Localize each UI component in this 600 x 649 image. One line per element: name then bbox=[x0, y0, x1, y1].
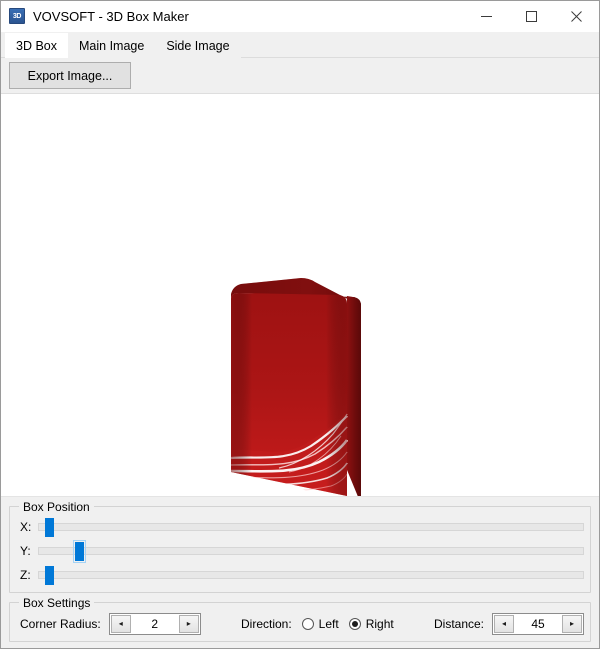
direction-option-left[interactable]: Left bbox=[301, 616, 339, 631]
slider-thumb-y[interactable] bbox=[73, 539, 87, 563]
settings-area: Box Position X: Y: Z: Box Settings Corne… bbox=[1, 497, 599, 648]
maximize-icon[interactable] bbox=[509, 1, 554, 31]
slider-track-z bbox=[38, 570, 584, 579]
toolbar: Export Image... bbox=[1, 58, 599, 94]
window-controls bbox=[464, 1, 599, 31]
app-window: 3D VOVSOFT - 3D Box Maker 3D Box Main Im… bbox=[0, 0, 600, 649]
direction-right-label: Right bbox=[365, 616, 394, 631]
box-settings-legend: Box Settings bbox=[19, 596, 95, 610]
tab-strip: 3D Box Main Image Side Image bbox=[1, 32, 599, 58]
radio-right-icon[interactable] bbox=[348, 617, 361, 630]
corner-radius-stepper[interactable]: ◂ 2 ▸ bbox=[108, 612, 201, 635]
slider-thumb-z[interactable] bbox=[44, 565, 54, 585]
box-position-group: Box Position X: Y: Z: bbox=[9, 500, 591, 593]
tab-main-image[interactable]: Main Image bbox=[68, 33, 156, 58]
slider-track-x bbox=[38, 522, 584, 531]
box-preview-image bbox=[219, 272, 379, 496]
direction-radio-group: Left Right bbox=[292, 617, 394, 631]
direction-label: Direction: bbox=[240, 616, 292, 631]
slider-row-x: X: bbox=[16, 516, 584, 537]
slider-label-y: Y: bbox=[20, 543, 31, 558]
slider-label-x: X: bbox=[20, 519, 32, 534]
slider-y[interactable] bbox=[38, 539, 584, 563]
slider-thumb-x[interactable] bbox=[44, 517, 54, 537]
corner-radius-increment-icon[interactable]: ▸ bbox=[178, 614, 199, 633]
distance-stepper[interactable]: ◂ 45 ▸ bbox=[492, 612, 585, 635]
minimize-icon[interactable] bbox=[464, 1, 509, 31]
window-title: VOVSOFT - 3D Box Maker bbox=[33, 8, 189, 24]
corner-radius-label: Corner Radius: bbox=[20, 616, 101, 631]
title-bar[interactable]: 3D VOVSOFT - 3D Box Maker bbox=[1, 1, 599, 32]
close-icon[interactable] bbox=[554, 1, 599, 31]
app-icon: 3D bbox=[9, 8, 25, 24]
corner-radius-decrement-icon[interactable]: ◂ bbox=[110, 614, 131, 633]
direction-left-label: Left bbox=[318, 616, 339, 631]
distance-decrement-icon[interactable]: ◂ bbox=[494, 614, 515, 633]
box-settings-row: Corner Radius: ◂ 2 ▸ Direction: Left Rig… bbox=[16, 612, 585, 635]
corner-radius-value[interactable]: 2 bbox=[131, 613, 178, 634]
box-settings-group: Box Settings Corner Radius: ◂ 2 ▸ Direct… bbox=[9, 596, 591, 642]
distance-label: Distance: bbox=[433, 616, 485, 631]
tab-3d-box[interactable]: 3D Box bbox=[5, 33, 68, 58]
slider-row-z: Z: bbox=[16, 564, 584, 585]
slider-row-y: Y: bbox=[16, 539, 584, 563]
slider-z[interactable] bbox=[38, 565, 584, 585]
direction-option-right[interactable]: Right bbox=[348, 616, 394, 631]
slider-x[interactable] bbox=[38, 517, 584, 537]
radio-left-icon[interactable] bbox=[301, 617, 314, 630]
preview-canvas[interactable] bbox=[1, 94, 599, 497]
box-position-legend: Box Position bbox=[19, 500, 94, 514]
distance-increment-icon[interactable]: ▸ bbox=[562, 614, 583, 633]
slider-label-z: Z: bbox=[20, 567, 31, 582]
tab-side-image[interactable]: Side Image bbox=[155, 33, 241, 58]
export-image-button[interactable]: Export Image... bbox=[9, 62, 131, 89]
distance-value[interactable]: 45 bbox=[515, 613, 562, 634]
slider-track-y bbox=[38, 546, 584, 555]
